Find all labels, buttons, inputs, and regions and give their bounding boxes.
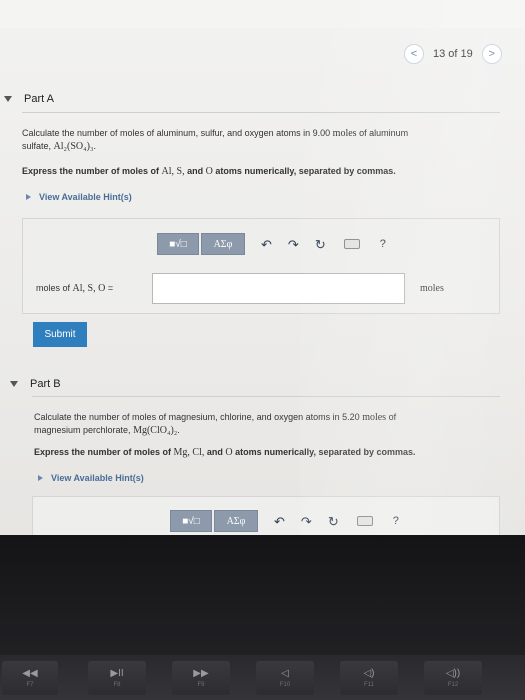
help-button[interactable]: ? — [393, 515, 399, 527]
function-key[interactable]: ▶▶ F9 — [172, 661, 230, 695]
key-label: F8 — [113, 682, 121, 688]
question-text-line2: magnesium perchlorate, — [34, 425, 134, 435]
key-label: F11 — [364, 682, 374, 688]
math-toolbar: ■√□ ΑΣφ ↶ ↷ ↻ ? — [157, 233, 386, 255]
key-symbol: ◁)) — [445, 668, 461, 679]
instruction-text: Express the number of moles of — [22, 166, 162, 176]
formula: Al₂(SO₄)₃ — [53, 141, 94, 152]
greek-symbols-button[interactable]: ΑΣφ — [214, 510, 258, 532]
question-unit: moles — [362, 412, 387, 423]
key-label: F9 — [197, 682, 205, 688]
instruction-math: Mg, Cl, — [173, 447, 205, 458]
key-label: F7 — [26, 682, 34, 688]
instruction-suffix: atoms numerically, separated by commas. — [212, 166, 396, 176]
submit-button[interactable]: Submit — [33, 322, 87, 347]
part-a-answer-label: moles of Al, S, O = — [36, 283, 113, 294]
instruction-math-o: O — [205, 166, 213, 177]
question-text: Calculate the number of moles of aluminu… — [22, 128, 333, 138]
answer-label-text: moles of — [36, 283, 73, 293]
question-text: Calculate the number of moles of magnesi… — [34, 412, 363, 422]
part-b-question: Calculate the number of moles of magnesi… — [34, 411, 514, 437]
redo-icon[interactable]: ↷ — [288, 238, 299, 251]
top-strip — [0, 0, 525, 28]
part-a-question: Calculate the number of moles of aluminu… — [22, 127, 512, 153]
part-a-instructions: Express the number of moles of Al, S, an… — [22, 166, 396, 177]
question-text-end: of aluminum — [356, 128, 409, 138]
chevron-right-icon[interactable]: > — [481, 44, 502, 64]
undo-icon[interactable]: ↶ — [261, 238, 272, 251]
part-b-header[interactable]: Part B — [10, 378, 61, 390]
period: . — [177, 425, 180, 435]
instruction-text: Express the number of moles of — [34, 447, 174, 457]
divider — [22, 112, 500, 113]
question-count: 13 of 19 — [433, 48, 473, 60]
help-button[interactable]: ? — [380, 238, 386, 250]
part-b-title: Part B — [30, 378, 61, 390]
key-symbol: ◀◀ — [22, 668, 38, 679]
keyboard-icon[interactable] — [343, 239, 360, 249]
math-toolbar: ■√□ ΑΣφ ↶ ↷ ↻ ? — [170, 510, 399, 532]
part-a-header[interactable]: Part A — [4, 93, 54, 105]
instruction-math-o: O — [225, 447, 233, 458]
templates-button[interactable]: ■√□ — [170, 510, 212, 532]
question-text-line2: sulfate, — [22, 141, 54, 151]
function-key[interactable]: ▶II F8 — [88, 661, 146, 695]
caret-right-icon — [38, 475, 43, 481]
key-symbol: ◁) — [363, 668, 375, 679]
part-a-title: Part A — [24, 93, 54, 105]
answer-label-eq: = — [105, 283, 114, 293]
key-symbol: ◁ — [281, 668, 289, 679]
function-key[interactable]: ◁)) F12 — [424, 661, 482, 695]
chevron-left-icon[interactable]: < — [404, 44, 424, 64]
key-symbol: ▶II — [110, 668, 124, 679]
part-a-unit: moles — [420, 283, 444, 294]
key-label: F10 — [279, 682, 291, 688]
question-text-end: of — [386, 412, 397, 422]
keyboard-icon[interactable] — [356, 516, 373, 526]
key-symbol: ▶▶ — [193, 668, 209, 679]
function-key[interactable]: ◁) F11 — [340, 661, 398, 695]
question-pager: < 13 of 19 > — [404, 44, 502, 64]
hint-label: View Available Hint(s) — [39, 192, 132, 202]
hint-label: View Available Hint(s) — [51, 473, 144, 483]
part-b-instructions: Express the number of moles of Mg, Cl, a… — [34, 447, 416, 458]
caret-down-icon — [10, 381, 18, 387]
instruction-and: and — [184, 166, 206, 176]
caret-down-icon — [4, 96, 12, 102]
formula: Mg(ClO₄)₂ — [133, 425, 178, 436]
function-key[interactable]: ◁ F10 — [256, 661, 314, 695]
redo-icon[interactable]: ↷ — [301, 515, 312, 528]
function-key[interactable]: ◀◀ F7 — [2, 661, 58, 695]
answer-label-math: Al, S, O — [72, 283, 106, 294]
greek-symbols-button[interactable]: ΑΣφ — [201, 233, 245, 255]
instruction-and: and — [204, 447, 226, 457]
period: . — [93, 141, 96, 151]
reset-icon[interactable]: ↻ — [328, 515, 339, 528]
part-a-hint-link[interactable]: View Available Hint(s) — [26, 192, 132, 202]
instruction-suffix: atoms numerically, separated by commas. — [232, 447, 416, 457]
reset-icon[interactable]: ↻ — [315, 238, 326, 251]
divider — [32, 396, 500, 397]
question-unit: moles — [332, 128, 357, 139]
key-label: F12 — [447, 682, 459, 688]
part-b-hint-link[interactable]: View Available Hint(s) — [38, 473, 144, 483]
browser-screen: < 13 of 19 > Part A Calculate the number… — [0, 0, 525, 540]
instruction-math: Al, S, — [161, 166, 185, 177]
templates-button[interactable]: ■√□ — [157, 233, 199, 255]
undo-icon[interactable]: ↶ — [274, 515, 285, 528]
caret-right-icon — [26, 194, 31, 200]
part-a-answer-input[interactable] — [152, 273, 405, 304]
